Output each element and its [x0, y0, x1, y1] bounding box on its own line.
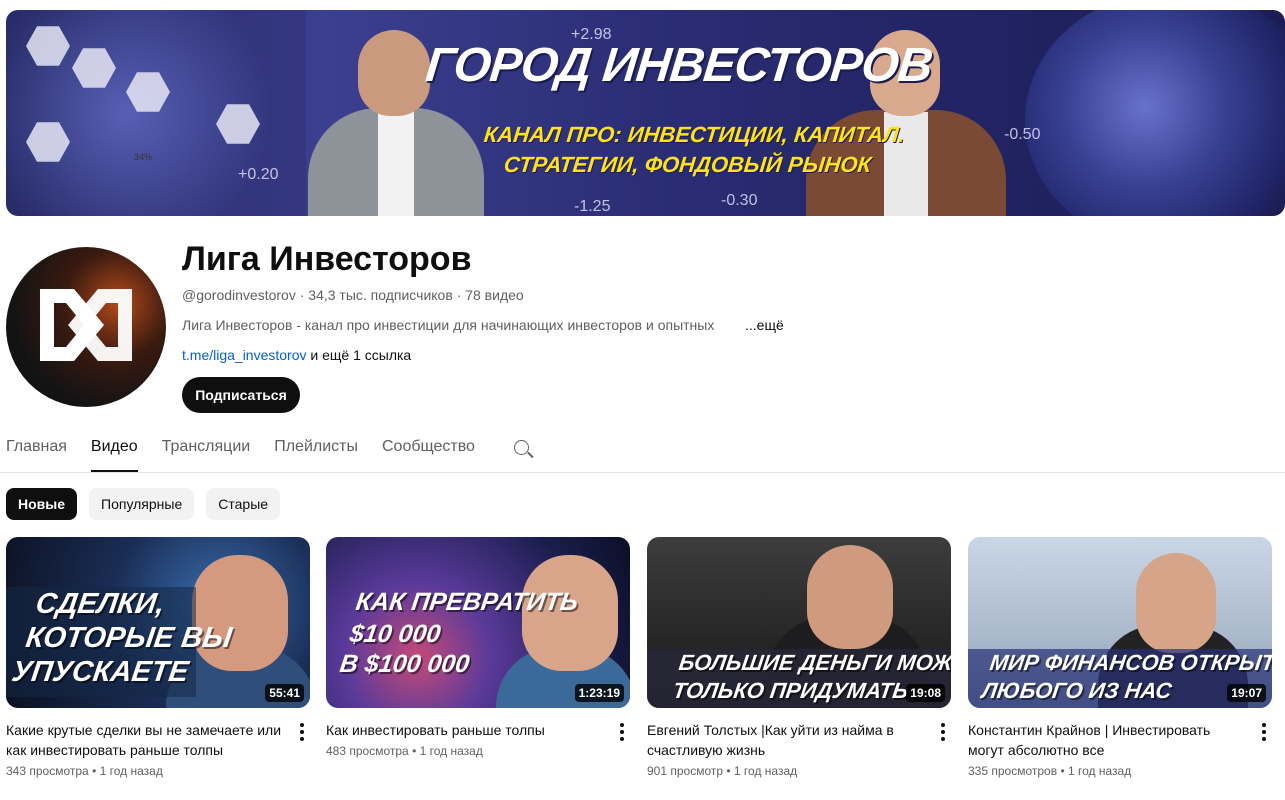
video-thumbnail[interactable]: МИР ФИНАНСОВ ОТКРЫТ ДЛЯ ЛЮБОГО ИЗ НАС 19…: [968, 537, 1272, 708]
thumbnail-text: ТОЛЬКО ПРИДУМАТЬ: [671, 678, 910, 703]
channel-name: Лига Инвесторов: [182, 240, 472, 278]
video-views: 901 просмотр: [647, 764, 724, 778]
thumbnail-text: МИР ФИНАНСОВ ОТКРЫТ ДЛЯ: [988, 650, 1272, 675]
channel-banner: +2.98 +0.20 -1.25 -0.30 -0.50 34% ГОРОД …: [6, 10, 1285, 216]
video-title[interactable]: Как инвестировать раньше толпы: [326, 720, 606, 740]
thumbnail-text: СДЕЛКИ,: [33, 588, 167, 620]
channel-tabs: Главная Видео Трансляции Плейлисты Сообщ…: [6, 424, 535, 472]
chip-popular[interactable]: Популярные: [89, 488, 195, 520]
thumbnail-text: КОТОРЫЕ ВЫ: [23, 622, 234, 654]
video-duration: 19:07: [1227, 684, 1266, 702]
banner-number: +0.20: [238, 166, 279, 183]
chip-newest[interactable]: Новые: [6, 488, 78, 520]
video-thumbnail[interactable]: КАК ПРЕВРАТИТЬ $10 000 В $100 000 1:23:1…: [326, 537, 630, 708]
banner-title: ГОРОД ИНВЕСТОРОВ: [423, 39, 935, 92]
search-icon[interactable]: [511, 437, 535, 461]
video-card[interactable]: СДЕЛКИ, КОТОРЫЕ ВЫ УПУСКАЕТЕ 55:41 Какие…: [6, 537, 310, 778]
video-title[interactable]: Константин Крайнов | Инвестировать могут…: [968, 720, 1248, 760]
more-links[interactable]: и ещё 1 ссылка: [310, 347, 411, 363]
thumbnail-text: УПУСКАЕТЕ: [9, 656, 191, 688]
video-card[interactable]: БОЛЬШИЕ ДЕНЬГИ МОЖНО ТОЛЬКО ПРИДУМАТЬ 19…: [647, 537, 951, 778]
tab-playlists[interactable]: Плейлисты: [274, 424, 358, 472]
video-duration: 19:08: [906, 684, 945, 702]
more-actions-icon[interactable]: [294, 722, 310, 742]
banner-subtitle: СТРАТЕГИИ, ФОНДОВЫЙ РЫНОК: [502, 152, 873, 177]
banner-globe: [1025, 10, 1285, 216]
banner-number: 34%: [134, 152, 153, 162]
description-more-link[interactable]: ...ещё: [745, 317, 784, 333]
video-thumbnail[interactable]: СДЕЛКИ, КОТОРЫЕ ВЫ УПУСКАЕТЕ 55:41: [6, 537, 310, 708]
video-meta: 901 просмотр • 1 год назад: [647, 764, 798, 778]
thumbnail-text: $10 000: [348, 620, 443, 648]
thumbnail-text: БОЛЬШИЕ ДЕНЬГИ МОЖНО: [677, 650, 951, 675]
more-actions-icon[interactable]: [1256, 722, 1272, 742]
video-age: 1 год назад: [733, 764, 798, 778]
banner-number: -0.50: [1004, 126, 1041, 143]
video-views: 483 просмотра: [326, 744, 409, 758]
sort-chips: Новые Популярные Старые: [6, 488, 281, 520]
video-duration: 55:41: [265, 684, 304, 702]
tab-live[interactable]: Трансляции: [162, 424, 251, 472]
meta-separator: ·: [456, 287, 466, 303]
tab-community[interactable]: Сообщество: [382, 424, 475, 472]
video-card[interactable]: МИР ФИНАНСОВ ОТКРЫТ ДЛЯ ЛЮБОГО ИЗ НАС 19…: [968, 537, 1272, 778]
video-title[interactable]: Евгений Толстых |Как уйти из найма в сча…: [647, 720, 927, 760]
tabs-divider: [0, 472, 1285, 473]
video-age: 1 год назад: [419, 744, 483, 758]
video-age: 1 год назад: [99, 764, 163, 778]
video-meta: 483 просмотра • 1 год назад: [326, 744, 483, 758]
video-card[interactable]: КАК ПРЕВРАТИТЬ $10 000 В $100 000 1:23:1…: [326, 537, 630, 758]
tab-videos[interactable]: Видео: [90, 424, 138, 472]
banner-subtitle: КАНАЛ ПРО: ИНВЕСТИЦИИ, КАПИТАЛ.: [482, 122, 907, 147]
video-views: 335 просмотров: [968, 764, 1058, 778]
channel-description[interactable]: Лига Инвесторов - канал про инвестиции д…: [182, 317, 742, 333]
more-actions-icon[interactable]: [935, 722, 951, 742]
video-views: 343 просмотра: [6, 764, 89, 778]
subscriber-count: 34,3 тыс. подписчиков: [308, 287, 453, 303]
video-title[interactable]: Какие крутые сделки вы не замечаете или …: [6, 720, 286, 760]
thumbnail-text: В $100 000: [338, 650, 472, 678]
banner-number: -1.25: [574, 198, 611, 215]
thumbnail-text: ЛЮБОГО ИЗ НАС: [980, 678, 1174, 703]
channel-meta: @gorodinvestorov · 34,3 тыс. подписчиков…: [182, 287, 524, 303]
video-meta: 335 просмотров • 1 год назад: [968, 764, 1132, 778]
video-age: 1 год назад: [1067, 764, 1132, 778]
chip-oldest[interactable]: Старые: [206, 488, 281, 520]
tab-home[interactable]: Главная: [6, 424, 67, 472]
channel-avatar[interactable]: [6, 247, 166, 407]
subscribe-button[interactable]: Подписаться: [182, 377, 300, 413]
thumbnail-text: КАК ПРЕВРАТИТЬ: [354, 588, 580, 616]
meta-separator: ·: [299, 287, 309, 303]
video-duration: 1:23:19: [574, 684, 624, 702]
video-meta: 343 просмотра • 1 год назад: [6, 764, 163, 778]
channel-links: t.me/liga_investorov и ещё 1 ссылка: [182, 347, 411, 363]
telegram-link[interactable]: t.me/liga_investorov: [182, 347, 307, 363]
channel-logo-icon: [40, 289, 132, 361]
more-actions-icon[interactable]: [614, 722, 630, 742]
video-count: 78 видео: [465, 287, 524, 303]
channel-handle: @gorodinvestorov: [182, 287, 296, 303]
video-thumbnail[interactable]: БОЛЬШИЕ ДЕНЬГИ МОЖНО ТОЛЬКО ПРИДУМАТЬ 19…: [647, 537, 951, 708]
banner-number: -0.30: [721, 192, 758, 209]
